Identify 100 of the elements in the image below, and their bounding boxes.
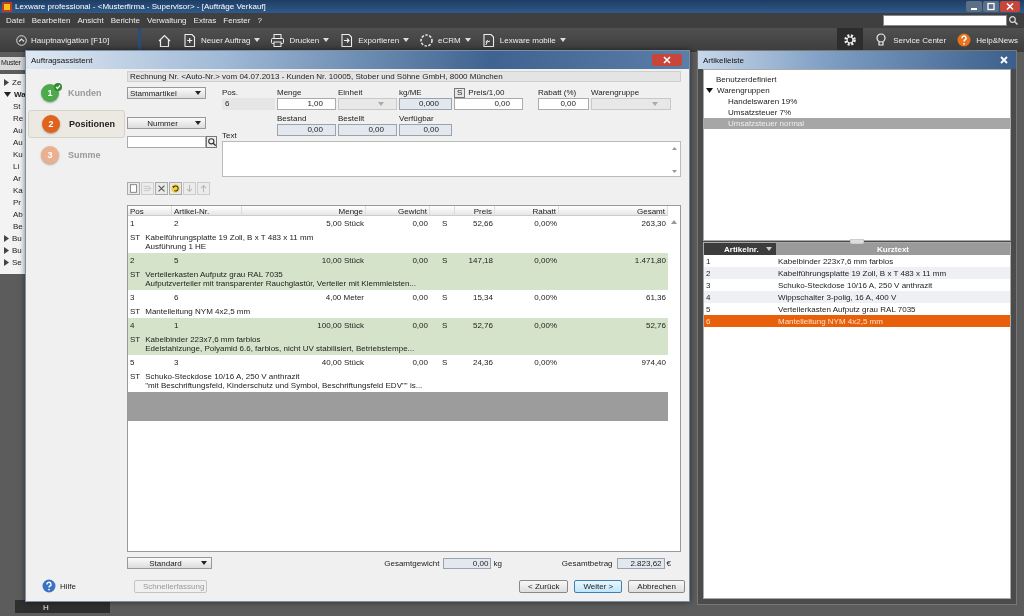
menu-item[interactable]: Extras — [193, 16, 217, 25]
table-cell: 147,18 — [455, 253, 495, 266]
article-type-dropdown[interactable]: Stammartikel — [127, 87, 206, 99]
help-icon — [956, 32, 973, 48]
table-cell-text: 263,30 — [640, 218, 667, 229]
table-cell-text: 0,00% — [533, 218, 558, 229]
dialog-button[interactable]: Weiter > — [574, 579, 623, 593]
dropdown-field[interactable] — [338, 98, 397, 110]
column-header[interactable]: Gewicht — [366, 206, 430, 216]
toolbar-button[interactable]: Neuer Auftrag — [182, 32, 261, 48]
close-icon[interactable] — [652, 54, 682, 66]
navigation-item[interactable]: Bu — [0, 244, 30, 256]
help-link[interactable]: Hilfe — [42, 579, 122, 593]
price-mode-button[interactable]: S — [454, 87, 466, 98]
input-field[interactable]: 0,00 — [538, 98, 589, 110]
column-header[interactable]: Rabatt — [495, 206, 559, 216]
table-row[interactable]: 1 Kabelbinder 223x7,6 mm farblos — [704, 255, 1010, 267]
table-cell: 0,00% — [495, 253, 559, 266]
search-button[interactable] — [206, 136, 217, 148]
input-field[interactable]: 1,00 — [277, 98, 336, 110]
input-field[interactable]: 0,00 — [454, 98, 523, 110]
column-header[interactable]: Gesamt — [559, 206, 668, 216]
table-cell-text: 40,00 Stück — [320, 357, 365, 368]
document-icon[interactable] — [127, 182, 140, 195]
navigation-item[interactable]: Wa — [0, 88, 30, 100]
table-cell-text: ST — [130, 270, 141, 281]
settings-icon[interactable] — [842, 32, 859, 48]
menu-item[interactable]: Bearbeiten — [31, 16, 71, 25]
menu-item[interactable]: Fenster — [223, 16, 251, 25]
tree-item[interactable]: Benutzerdefiniert — [704, 74, 1010, 85]
search-mode-dropdown[interactable]: Nummer — [127, 117, 206, 129]
dialog-button[interactable]: Abbrechen — [628, 579, 685, 593]
column-header[interactable]: Artikel-Nr. — [172, 206, 242, 216]
search-field[interactable] — [883, 15, 1007, 26]
field-label: Bestand — [277, 114, 308, 123]
tree-item[interactable]: Warengruppen — [704, 85, 1010, 96]
table-cell: 52,76 — [559, 318, 668, 331]
caret-icon — [652, 102, 658, 106]
toolbar-button[interactable]: eCRM — [419, 32, 471, 48]
table-cell-text: 0,00 — [411, 357, 429, 368]
column-header[interactable]: Artikelnr. — [704, 243, 776, 255]
tree-item[interactable]: Umsatzsteuer 7% — [704, 107, 1010, 118]
table-row[interactable]: 2 Kabelführungsplatte 19 Zoll, B x T 483 x 11 mm — [704, 267, 1010, 279]
navigation-button[interactable]: Hauptnavigation [F10] — [16, 34, 128, 46]
table-cell-text: 15,34 — [471, 292, 494, 303]
undo-icon[interactable] — [169, 182, 182, 195]
field-label: kg/ME — [399, 88, 423, 97]
table-cell: "mit Beschriftungsfeld, Kinderschutz und Symbol, Beschriftungsfeld EDV"" is... — [145, 381, 423, 390]
navigation-item[interactable]: Bu — [0, 232, 30, 244]
maximize-icon[interactable] — [983, 1, 999, 12]
table-cell-text: S — [441, 357, 449, 368]
total-weight-label: Gesamtgewicht — [384, 558, 440, 568]
search-icon[interactable] — [1009, 16, 1018, 25]
navigation-item[interactable]: Se — [0, 256, 30, 268]
view-dropdown[interactable]: Standard — [127, 557, 212, 569]
table-cell: Mantelleitung NYM 4x2,5 mm — [145, 307, 251, 316]
menu-item[interactable]: Verwaltung — [147, 16, 187, 25]
close-icon[interactable] — [997, 54, 1011, 66]
dialog-button[interactable]: < Zurück — [519, 579, 569, 593]
table-cell-text: Schuko-Steckdose 10/16 A, 250 V anthrazit — [145, 372, 301, 381]
toolbar-button[interactable]: Drucken — [270, 32, 330, 48]
dropdown-field[interactable] — [591, 98, 671, 110]
search-icon — [207, 138, 216, 146]
field-label: Einheit — [338, 88, 364, 97]
table-cell-text: 0,00 — [411, 218, 429, 229]
minimize-icon[interactable] — [966, 1, 982, 12]
toolbar-button[interactable]: Service Center — [873, 32, 947, 48]
splitter-handle-icon[interactable] — [850, 239, 864, 244]
table-cell-text: S — [441, 218, 449, 229]
table-cell-text: 0,00% — [533, 292, 558, 303]
field-label: Warengruppe — [591, 88, 641, 97]
order-header: Rechnung Nr. <Auto-Nr.> vom 04.07.2013 - Kunden Nr. 10005, Stober und Söhne GmbH, 8000 München — [127, 71, 681, 82]
column-header[interactable]: Preis — [455, 206, 495, 216]
readonly-field: 0,000 — [399, 98, 452, 110]
readonly-field: 0,00 — [338, 124, 397, 136]
tree-item[interactable]: Handelswaren 19% — [704, 96, 1010, 107]
close-icon[interactable] — [1000, 1, 1020, 12]
window-title: Lexware professional - <Musterfirma - Supervisor> - [Aufträge Verkauf] — [15, 2, 266, 11]
document-signal-icon — [480, 32, 496, 48]
menu-item[interactable]: Ansicht — [77, 16, 104, 25]
home-icon[interactable] — [157, 32, 172, 48]
table-row[interactable]: 4 Wippschalter 3-polig, 16 A, 400 V — [704, 291, 1010, 303]
toolbar-button[interactable]: Exportieren — [339, 32, 410, 48]
menu-item[interactable]: Berichte — [110, 16, 140, 25]
printer-icon — [270, 32, 286, 48]
column-header[interactable]: Menge — [242, 206, 366, 216]
table-row[interactable]: 3 Schuko-Steckdose 10/16 A, 250 V anthrazit — [704, 279, 1010, 291]
table-row[interactable]: 5 Verteilerkasten Aufputz grau RAL 7035 — [704, 303, 1010, 315]
delete-icon[interactable] — [155, 182, 168, 195]
wizard-step[interactable]: 2 Positionen — [28, 110, 125, 138]
column-header[interactable]: Pos — [128, 206, 172, 216]
menu-item[interactable]: ? — [257, 16, 262, 25]
toolbar-button[interactable]: Lexware mobile — [480, 32, 566, 48]
table-cell-text: 5,00 Stück — [325, 218, 365, 229]
navigation-item[interactable]: Ze — [0, 76, 30, 88]
toolbar-button[interactable]: Help&News — [956, 32, 1018, 48]
caret-icon — [195, 121, 201, 125]
table-cell-text: 5 — [129, 357, 136, 368]
menu-item[interactable]: Datei — [6, 16, 25, 25]
search-field[interactable] — [127, 136, 206, 148]
